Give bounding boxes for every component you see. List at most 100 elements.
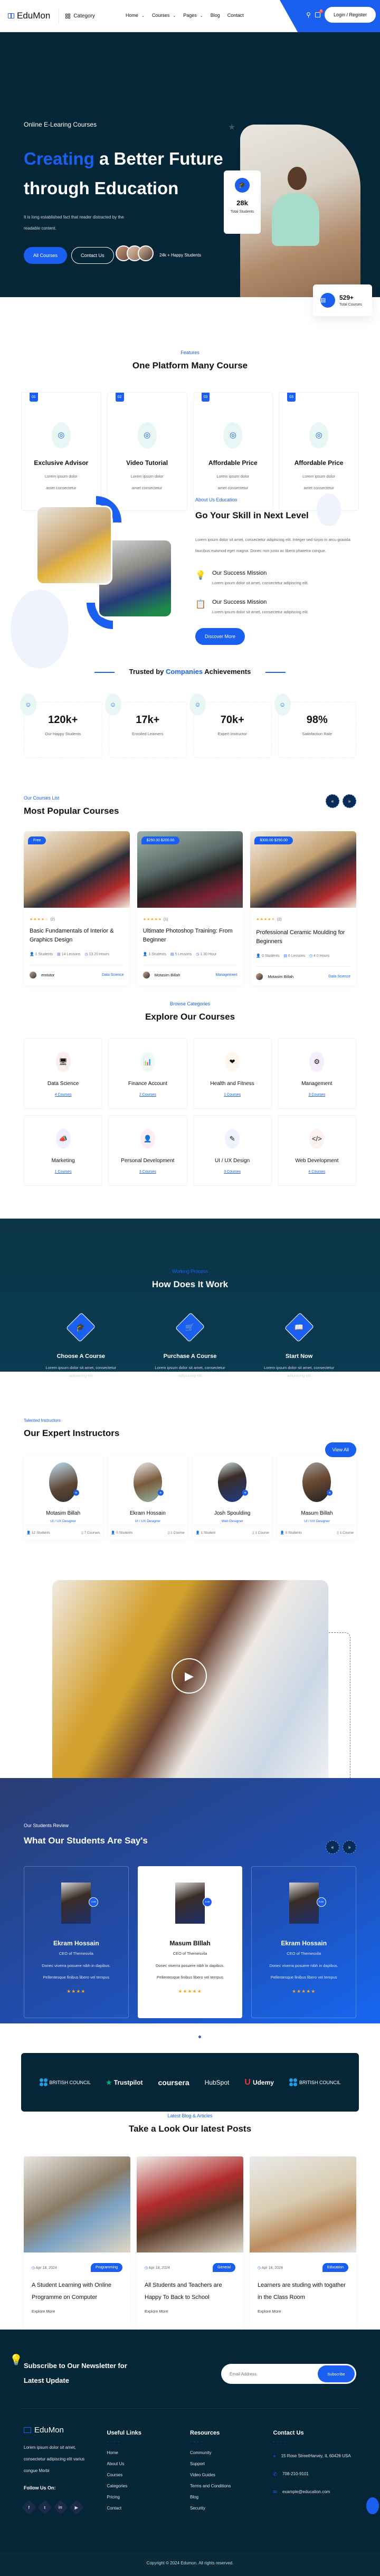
course-title[interactable]: Ultimate Photoshop Training: From Beginn… (143, 927, 238, 945)
facebook-button[interactable]: f (21, 2499, 37, 2515)
category-card[interactable]: </> Web Development 4 Courses (277, 1115, 356, 1186)
instructor-card[interactable]: + Josh Spoulding Web Designer 👤 1 Student ▯ … (193, 1455, 272, 1539)
category-count-link[interactable]: 4 Courses (278, 1170, 356, 1174)
post-title[interactable]: A Student Learning with Online Programme… (32, 2279, 122, 2304)
category-card[interactable]: 👤 Personal Development 3 Courses (108, 1115, 187, 1186)
lightbulb-icon: 💡 (10, 2354, 23, 2366)
footer-link[interactable]: Support (190, 2461, 273, 2466)
footer-logo[interactable]: EduMon (24, 2426, 107, 2435)
footer-link[interactable]: Categories (107, 2484, 191, 2488)
explore-more-link[interactable]: Explore More (32, 2309, 122, 2314)
plus-icon[interactable]: + (242, 1490, 249, 1496)
next-arrow-button[interactable]: » (343, 794, 356, 808)
carousel-dot[interactable] (178, 2035, 183, 2039)
explore-more-link[interactable]: Explore More (145, 2309, 235, 2314)
twitter-button[interactable]: t (37, 2499, 53, 2515)
instructor-card[interactable]: + Masum Billah UI / UX Designer 👤 0 Student… (277, 1455, 356, 1539)
discover-more-button[interactable]: Discover More (195, 628, 245, 645)
nav-item-pages[interactable]: Pages ⌄ (183, 13, 203, 18)
next-arrow-button[interactable]: » (343, 1840, 356, 1854)
course-card[interactable]: Free ★★★★☆ (2) Basic Fundamentals of Inter… (24, 831, 130, 985)
course-title[interactable]: Professional Ceramic Moulding for Beginn… (256, 928, 350, 946)
logo[interactable]: EduMon (8, 11, 50, 21)
footer-link[interactable]: Home (107, 2450, 191, 2455)
scroll-top-button[interactable] (366, 2497, 379, 2514)
plus-icon[interactable]: + (327, 1490, 333, 1496)
category-name: Management (301, 1081, 332, 1087)
post-title[interactable]: Learners are studing with togather in th… (258, 2279, 348, 2304)
login-register-button[interactable]: Login / Register (324, 7, 376, 23)
category-card[interactable]: ✎ UI / UX Design 3 Courses (193, 1115, 272, 1186)
category-count-link[interactable]: 4 Courses (24, 1093, 102, 1097)
category-count-link[interactable]: 3 Courses (109, 1170, 186, 1174)
category-count-link[interactable]: 2 Courses (109, 1093, 186, 1097)
footer-link[interactable]: Security (190, 2506, 273, 2511)
contact-phone[interactable]: ✆ 708-210-9101 (273, 2468, 357, 2480)
category-count-link[interactable]: 3 Courses (278, 1093, 356, 1097)
plus-icon[interactable]: + (157, 1490, 164, 1496)
design-icon: ✎ (225, 1129, 240, 1149)
category-card[interactable]: 🖥 Data Science 4 Courses (24, 1038, 103, 1109)
all-courses-button[interactable]: All Courses (24, 247, 68, 264)
footer-link[interactable]: Terms and Conditions (190, 2484, 273, 2488)
course-category[interactable]: Data Science (102, 973, 124, 977)
instructor-card[interactable]: + Motasim Billah UI / UX Designer 👤 12 Stud… (24, 1455, 103, 1539)
review-text: Donec viverra posuere nibh in dapibus. P… (155, 1963, 225, 1980)
course-category[interactable]: Management (215, 973, 237, 977)
category-card[interactable]: ❤ Health and Fitness 1 Courses (193, 1038, 272, 1109)
post-title[interactable]: All Students and Teachers are Happy To B… (145, 2279, 235, 2304)
course-title[interactable]: Basic Fundamentals of Interior & Graphic… (30, 927, 124, 945)
carousel-dot[interactable] (185, 2035, 189, 2039)
carousel-dot[interactable] (191, 2035, 195, 2039)
prev-arrow-button[interactable]: « (326, 794, 339, 808)
post-tag[interactable]: General (213, 2263, 235, 2272)
youtube-button[interactable]: ▶ (69, 2499, 84, 2515)
blog-card[interactable]: ◷ Apr 18, 2024 Programming A Student Learn… (24, 2156, 130, 2331)
instructor-card[interactable]: + Ekram Hossain UI / UX Designer 👤 0 Studen… (108, 1455, 187, 1539)
play-button[interactable]: ▶ (172, 1658, 207, 1694)
instructor-courses: 1 Course (339, 1531, 354, 1535)
course-card[interactable]: $250.00 $200.00 ★★★★★ (1) Ultimate Photosh… (137, 831, 243, 985)
nav-item-courses[interactable]: Courses ⌄ (152, 13, 176, 18)
author-name[interactable]: emtutor (41, 973, 54, 977)
email-input[interactable] (230, 2371, 318, 2377)
explore-more-link[interactable]: Explore More (258, 2309, 348, 2314)
british-council-icon (289, 2078, 297, 2086)
post-tag[interactable]: Programming (90, 2263, 122, 2272)
category-card[interactable]: 📣 Marketing 1 Courses (24, 1115, 103, 1186)
nav-item-home[interactable]: Home ⌄ (126, 13, 145, 18)
contact-us-button[interactable]: Contact Us (71, 247, 114, 264)
carousel-dot[interactable] (197, 2035, 202, 2039)
footer-link[interactable]: Blog (190, 2495, 273, 2499)
post-tag[interactable]: Education (322, 2263, 348, 2272)
course-category[interactable]: Data Science (328, 975, 350, 978)
footer-link[interactable]: Courses (107, 2473, 191, 2477)
search-icon[interactable]: ⚲ (306, 11, 311, 18)
advisor-icon: ◎ (51, 422, 71, 449)
category-card[interactable]: 📊 Finance Account 2 Courses (108, 1038, 187, 1109)
contact-email[interactable]: ✉ example@education.com (273, 2486, 357, 2498)
footer-link[interactable]: Video Guides (190, 2473, 273, 2477)
category-count-link[interactable]: 1 Courses (24, 1170, 102, 1174)
linkedin-button[interactable]: in (53, 2499, 69, 2515)
category-count-link[interactable]: 3 Courses (194, 1170, 271, 1174)
category-count-link[interactable]: 1 Courses (194, 1093, 271, 1097)
author-name[interactable]: Motasim Billah (268, 974, 293, 979)
plus-icon[interactable]: + (73, 1490, 79, 1496)
author-name[interactable]: Motasim Billah (155, 973, 180, 977)
cart-icon[interactable]: 0 (315, 9, 323, 17)
cart-check-icon: 🛒 (185, 1323, 195, 1332)
blog-card[interactable]: ◷ Apr 18, 2024 General All Students and Te… (137, 2156, 243, 2331)
footer-link[interactable]: Contact (107, 2506, 191, 2511)
blog-card[interactable]: ◷ Apr 18, 2024 Education Learners are stud… (250, 2156, 356, 2331)
nav-item-blog[interactable]: Blog (211, 13, 220, 18)
nav-item-contact[interactable]: Contact (227, 13, 244, 18)
footer-link[interactable]: Community (190, 2450, 273, 2455)
footer-link[interactable]: Pricing (107, 2495, 191, 2499)
footer-link[interactable]: About Us (107, 2461, 191, 2466)
course-card[interactable]: $300.00 $250.00 ★★★★⯪ (2) Professional Cer… (250, 831, 357, 985)
prev-arrow-button[interactable]: « (326, 1840, 339, 1854)
subscribe-button[interactable]: Subscribe (318, 2365, 355, 2382)
category-menu[interactable]: Category (65, 13, 95, 19)
category-card[interactable]: ⚙ Management 3 Courses (277, 1038, 356, 1109)
